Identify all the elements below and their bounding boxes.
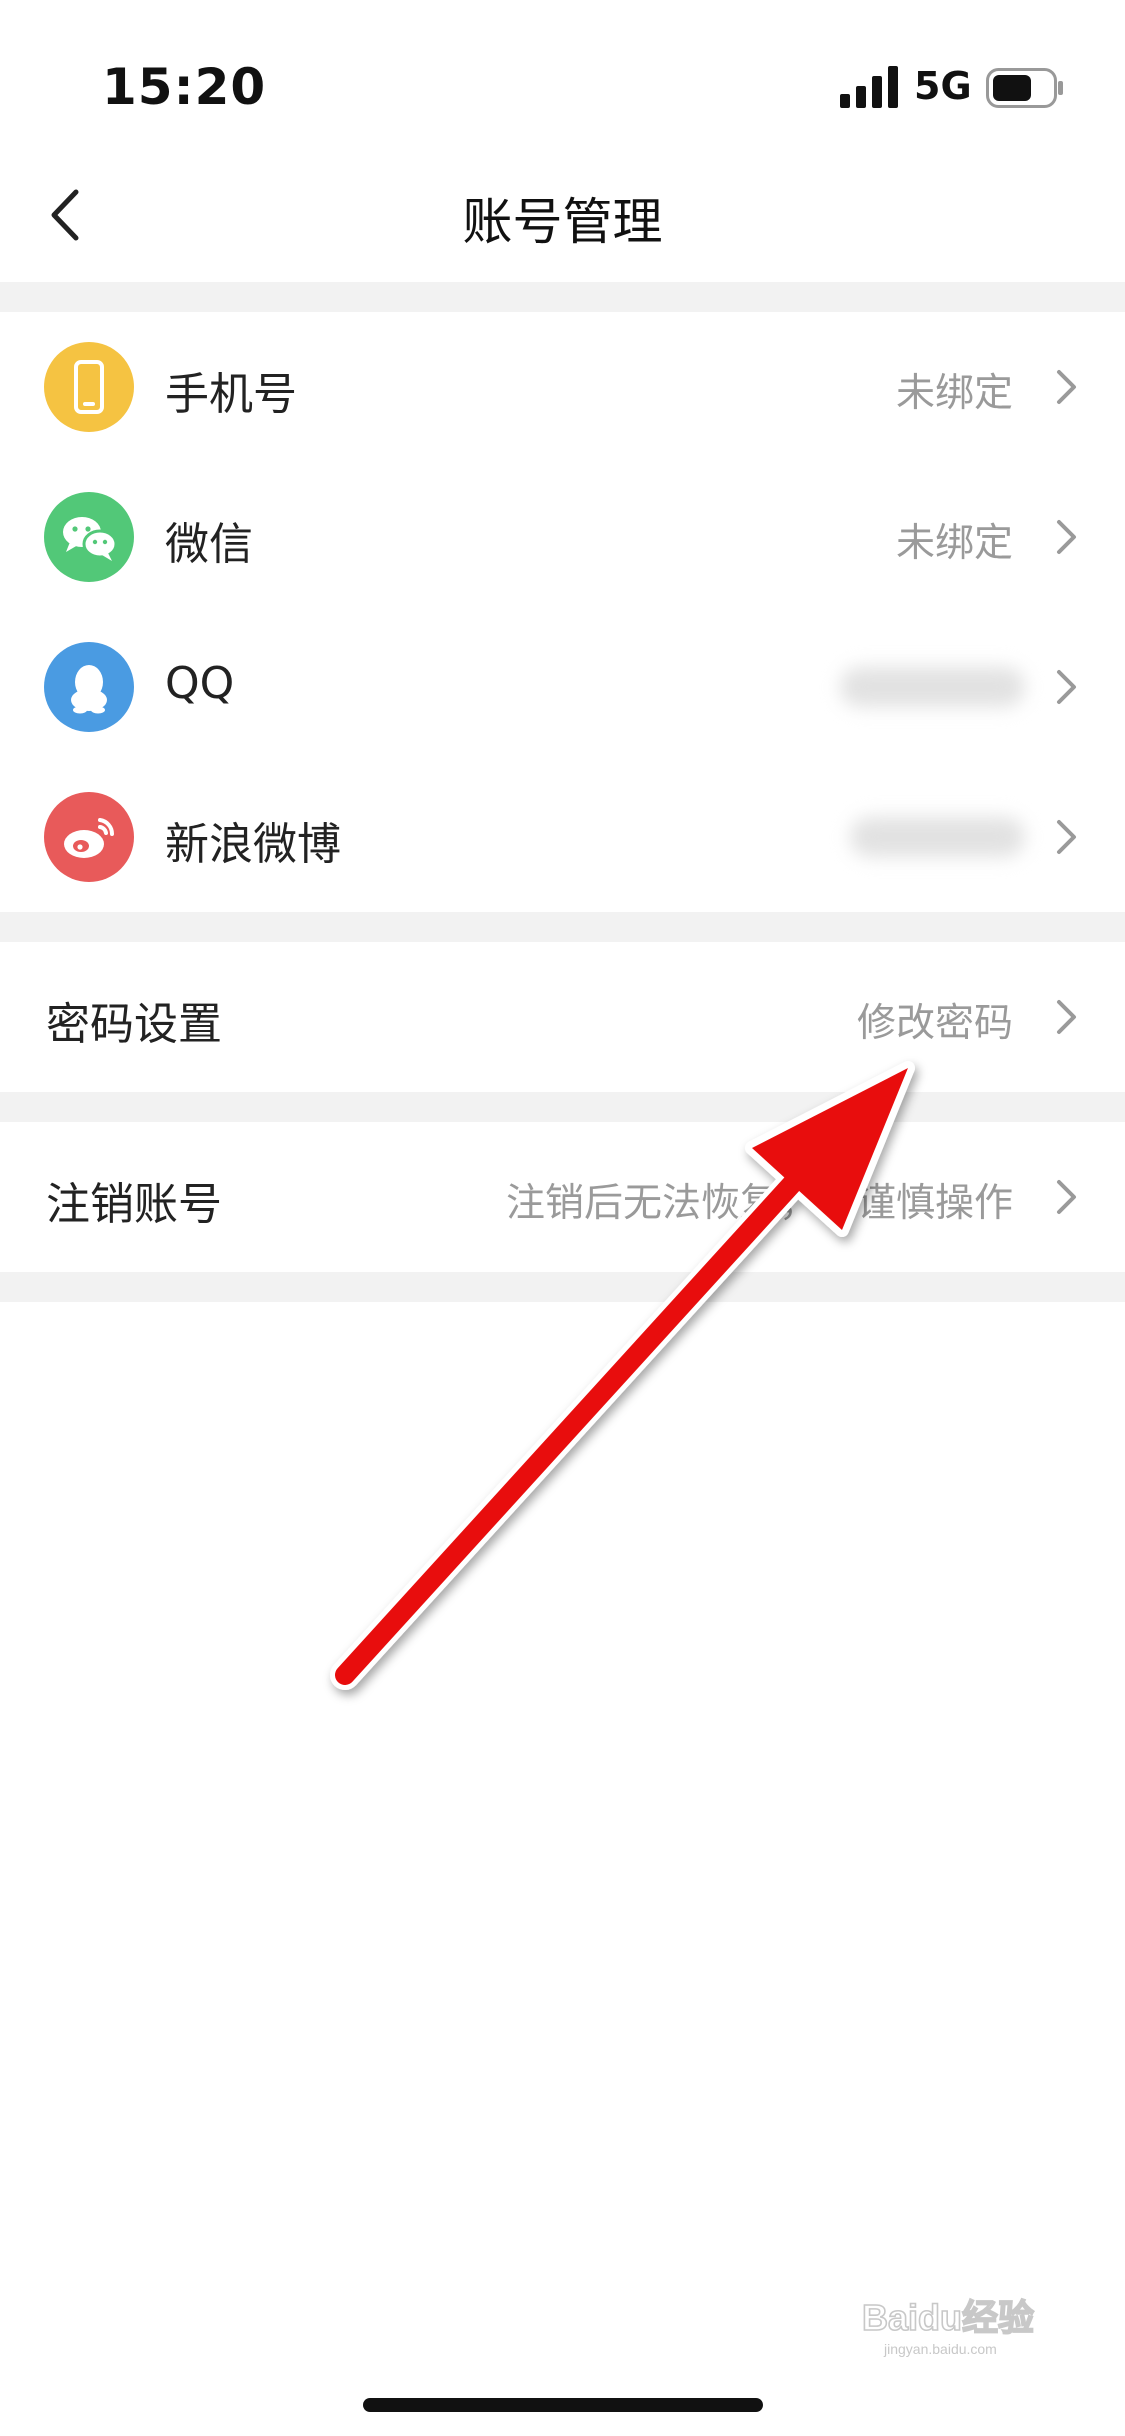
status-time: 15:20: [102, 58, 267, 116]
network-type: 5G: [914, 64, 972, 108]
change-password-link: 修改密码: [856, 1001, 1013, 1046]
battery-icon: [986, 68, 1063, 108]
deregister-section: 注销账号 注销后无法恢复，请谨慎操作: [0, 1122, 1125, 1272]
account-status: 未绑定: [895, 371, 1013, 416]
password-settings-row[interactable]: 密码设置 修改密码: [0, 942, 1125, 1092]
section-divider: [0, 1272, 1125, 1302]
signal-icon: [840, 66, 898, 108]
account-row-weibo[interactable]: 新浪微博: [0, 762, 1125, 912]
chevron-right-icon: [1057, 370, 1076, 404]
account-label: QQ: [165, 658, 235, 709]
svg-text:jingyan.baidu.com: jingyan.baidu.com: [883, 2341, 997, 2357]
svg-text:Baidu经验: Baidu经验: [862, 2297, 1034, 2338]
phone-icon: [44, 342, 134, 432]
account-label: 新浪微博: [165, 819, 341, 870]
linked-accounts-list: 手机号 未绑定 微信 未绑定 QQ 新浪微博: [0, 312, 1125, 912]
status-bar: 15:20 5G: [0, 0, 1125, 150]
account-status: 未绑定: [895, 521, 1013, 566]
deregister-label: 注销账号: [46, 1179, 222, 1230]
account-row-phone[interactable]: 手机号 未绑定: [0, 312, 1125, 462]
account-row-wechat[interactable]: 微信 未绑定: [0, 462, 1125, 612]
deregister-warning: 注销后无法恢复，请谨慎操作: [505, 1181, 1013, 1226]
home-indicator[interactable]: [363, 2398, 763, 2412]
deregister-account-row[interactable]: 注销账号 注销后无法恢复，请谨慎操作: [0, 1122, 1125, 1272]
password-section: 密码设置 修改密码: [0, 942, 1125, 1092]
chevron-right-icon: [1057, 1180, 1076, 1214]
chevron-right-icon: [1057, 520, 1076, 554]
section-divider: [0, 912, 1125, 942]
account-label: 手机号: [165, 369, 297, 420]
wechat-icon: [44, 492, 134, 582]
chevron-right-icon: [1057, 820, 1076, 854]
nav-bar: 账号管理: [0, 150, 1125, 282]
account-label: 微信: [165, 519, 253, 570]
chevron-right-icon: [1057, 1000, 1076, 1034]
page-title: 账号管理: [462, 193, 663, 251]
weibo-icon: [44, 792, 134, 882]
qq-penguin-icon: [44, 642, 134, 732]
password-label: 密码设置: [46, 999, 222, 1050]
redacted-account-name: [840, 667, 1025, 707]
account-row-qq[interactable]: QQ: [0, 612, 1125, 762]
section-divider: [0, 1092, 1125, 1122]
chevron-right-icon: [1057, 670, 1076, 704]
section-divider: [0, 282, 1125, 312]
redacted-account-name: [850, 817, 1025, 857]
baidu-jingyan-watermark: Baidu经验 jingyan.baidu.com: [860, 2290, 1070, 2360]
